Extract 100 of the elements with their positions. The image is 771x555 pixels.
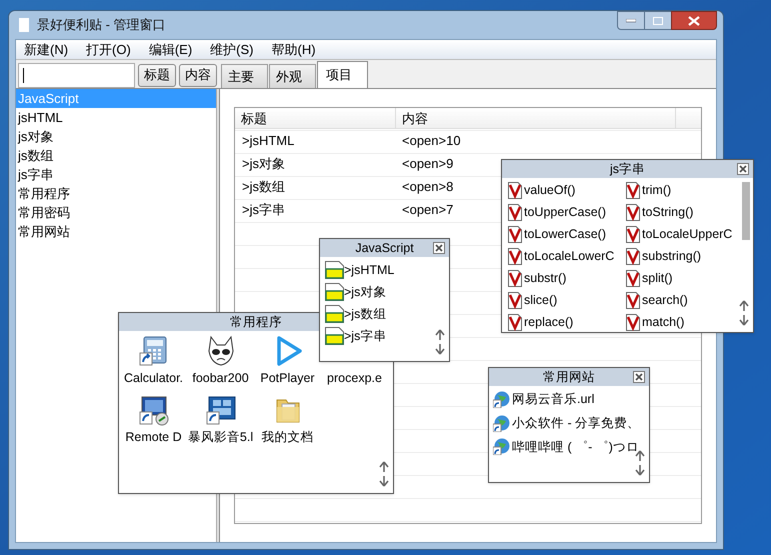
method-icon: [626, 314, 640, 330]
method-item[interactable]: match(): [626, 312, 684, 332]
tab[interactable]: 项目: [317, 61, 368, 88]
menu-item[interactable]: 维护(S): [210, 40, 254, 60]
program-label[interactable]: Calculator.: [124, 369, 184, 388]
window-title: 景好便利贴 - 管理窗口: [37, 16, 166, 34]
sidebar-item[interactable]: 常用密码: [16, 203, 216, 222]
sidebar-item[interactable]: js数组: [16, 146, 216, 165]
program-label[interactable]: 暴风影音5.l: [188, 428, 254, 446]
film-icon: [204, 394, 236, 426]
method-item[interactable]: toLocaleUpperC: [626, 224, 732, 244]
program-label[interactable]: 我的文档: [262, 428, 314, 446]
globe-link-icon: [493, 414, 510, 432]
close-icon[interactable]: [433, 242, 445, 254]
link-item[interactable]: 网易云音乐.url: [493, 390, 645, 409]
search-mode-button[interactable]: 标题: [138, 64, 176, 86]
method-item[interactable]: search(): [626, 290, 688, 310]
method-icon: [508, 292, 522, 308]
sidebar-item[interactable]: 常用网站: [16, 222, 216, 241]
table-cell: >js对象: [242, 156, 285, 171]
method-icon: [626, 270, 640, 286]
method-icon: [626, 204, 640, 220]
app-icon: [19, 18, 29, 32]
table-cell: >jsHTML: [242, 132, 294, 148]
sidebar-item[interactable]: js字串: [16, 165, 216, 184]
table-cell: >js数组: [242, 178, 285, 194]
table-cell: <open>8: [402, 178, 454, 194]
globe-link-icon: [493, 390, 510, 408]
note-item[interactable]: >js对象: [325, 283, 386, 301]
table-cell: <open>10: [402, 132, 461, 148]
close-button[interactable]: [671, 11, 717, 30]
tab[interactable]: 外观: [269, 64, 316, 88]
panel-title: js字串: [610, 162, 646, 176]
column-header[interactable]: 标题: [235, 108, 396, 128]
minimize-button[interactable]: [617, 11, 645, 30]
menu-item[interactable]: 新建(N): [24, 40, 68, 60]
note-icon: [325, 327, 344, 345]
method-item[interactable]: substring(): [626, 246, 702, 266]
method-item[interactable]: toString(): [626, 202, 694, 222]
close-icon: [688, 16, 700, 26]
menu-item[interactable]: 帮助(H): [272, 40, 316, 60]
method-item[interactable]: trim(): [626, 180, 672, 200]
menu-item[interactable]: 编辑(E): [148, 40, 192, 60]
scrollbar-thumb[interactable]: [742, 182, 750, 240]
scroll-arrows-icon[interactable]: [739, 300, 749, 326]
maximize-button[interactable]: [645, 11, 671, 30]
sidebar-item[interactable]: jsHTML: [16, 108, 216, 127]
program-label[interactable]: procexp.e: [327, 369, 382, 388]
scroll-arrows-icon[interactable]: [379, 461, 389, 487]
sidebar-item[interactable]: js对象: [16, 127, 216, 146]
panel-title: 常用程序: [230, 316, 282, 328]
program-label[interactable]: PotPlayer: [260, 369, 315, 388]
note-icon: [325, 305, 344, 323]
menu-item[interactable]: 打开(O): [86, 40, 131, 60]
method-icon: [508, 204, 522, 220]
close-icon[interactable]: [737, 163, 749, 175]
method-icon: [508, 226, 522, 242]
method-item[interactable]: valueOf(): [508, 180, 576, 200]
calculator-icon: [138, 335, 170, 367]
method-item[interactable]: substr(): [508, 268, 566, 288]
method-item[interactable]: toUpperCase(): [508, 202, 606, 222]
method-icon: [626, 248, 640, 264]
table-cell: >js字串: [242, 202, 285, 217]
method-icon: [508, 270, 522, 286]
method-item[interactable]: replace(): [508, 312, 574, 332]
method-icon: [626, 292, 640, 308]
link-item[interactable]: 小众软件 - 分享免费、: [493, 414, 645, 432]
method-icon: [626, 226, 640, 242]
method-item[interactable]: slice(): [508, 290, 558, 310]
remote-desktop-icon: [138, 394, 170, 426]
note-item[interactable]: >js字串: [325, 327, 386, 345]
program-label[interactable]: foobar200: [192, 369, 249, 388]
method-item[interactable]: split(): [626, 268, 673, 288]
scroll-arrows-icon[interactable]: [635, 450, 645, 476]
table-cell: <open>7: [402, 202, 454, 217]
note-icon: [325, 283, 344, 301]
search-field[interactable]: [18, 62, 135, 88]
method-icon: [626, 182, 640, 198]
panel-title: JavaScript: [355, 242, 414, 254]
sidebar-item[interactable]: 常用程序: [16, 184, 216, 203]
scroll-arrows-icon[interactable]: [435, 329, 445, 355]
note-item[interactable]: >js数组: [325, 305, 386, 323]
minimize-icon: [626, 18, 636, 22]
note-item[interactable]: >jsHTML: [325, 261, 394, 279]
tab[interactable]: 主要: [221, 64, 268, 88]
close-icon[interactable]: [633, 371, 645, 383]
link-item[interactable]: 哔哩哔哩 ( ゜- ゜)つロ: [493, 438, 645, 456]
column-header[interactable]: 内容: [396, 108, 676, 128]
program-label[interactable]: Remote D: [125, 428, 182, 446]
search-mode-button[interactable]: 内容: [179, 64, 217, 86]
method-icon: [508, 314, 522, 330]
method-icon: [508, 248, 522, 264]
method-item[interactable]: toLowerCase(): [508, 224, 606, 244]
panel-title: 常用网站: [543, 370, 595, 384]
table-cell: <open>9: [402, 156, 454, 171]
maximize-icon: [653, 16, 663, 24]
note-icon: [325, 261, 344, 279]
method-item[interactable]: toLocaleLowerC: [508, 246, 614, 266]
globe-link-icon: [493, 438, 510, 456]
method-icon: [508, 182, 522, 198]
